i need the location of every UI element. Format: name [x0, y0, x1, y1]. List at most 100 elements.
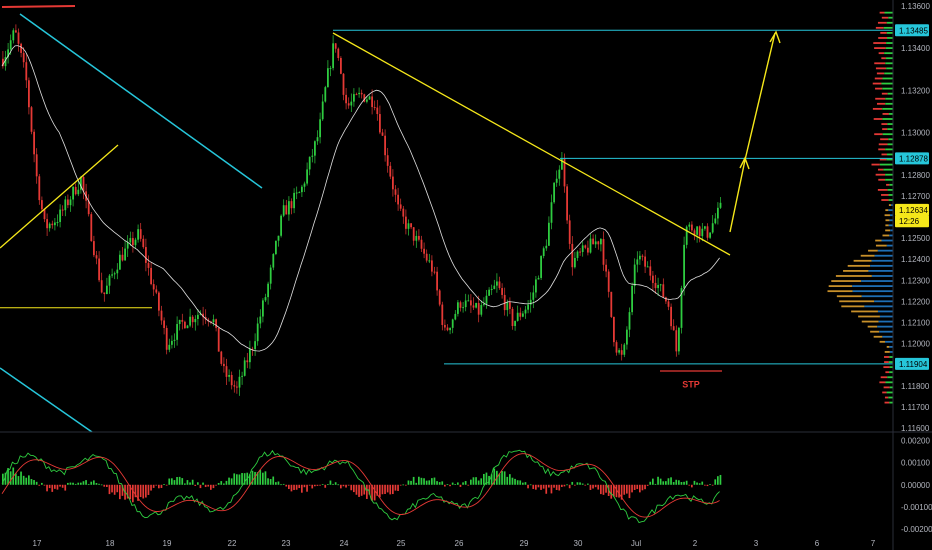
candle-body [493, 285, 496, 289]
histogram-bar [35, 481, 38, 485]
candle-body [259, 316, 262, 324]
candle-body [436, 271, 438, 291]
histogram-bar [509, 474, 511, 485]
volume-profile-bar [883, 26, 893, 29]
histogram-bar [191, 479, 194, 485]
candle-body [428, 260, 431, 262]
candle-body [241, 375, 243, 377]
histogram-bar [436, 481, 438, 485]
histogram-bar [399, 484, 402, 486]
histogram-bar [280, 484, 282, 486]
histogram-bar [189, 482, 191, 485]
candle-body [332, 43, 334, 69]
histogram-bar [295, 484, 298, 490]
histogram-bar [441, 481, 444, 485]
volume-profile-bar [874, 47, 886, 49]
candle-body [459, 302, 462, 308]
candle-body [306, 169, 308, 184]
histogram-bar [77, 482, 80, 485]
histogram-bar [594, 484, 597, 488]
histogram-bar [22, 475, 25, 485]
candle-body [498, 281, 501, 289]
histogram-bar [233, 473, 236, 485]
candle-body [423, 248, 425, 254]
candle-body [613, 316, 615, 343]
histogram-bar [72, 482, 74, 485]
histogram-bar [59, 484, 61, 487]
candle-body [644, 256, 646, 267]
histogram-bar [204, 484, 207, 488]
price-tick-label: 1.11600 [901, 424, 930, 433]
osc-tick-label: 0.00000 [901, 481, 930, 490]
price-pane[interactable] [1, 11, 893, 404]
red-marker-line [1, 5, 76, 8]
histogram-bar [412, 476, 415, 485]
x-tick-label: 19 [163, 539, 172, 548]
volume-profile-bar [886, 32, 893, 34]
histogram-bar [581, 483, 584, 485]
candle-body [636, 259, 639, 265]
trading-chart[interactable]: STP 1.136001.134001.132001.130001.128001… [0, 0, 932, 550]
histogram-bar [90, 481, 93, 485]
histogram-bar [626, 484, 628, 494]
histogram-bar [238, 474, 241, 485]
oscillator-pane[interactable] [1, 449, 722, 524]
x-tick-label: 7 [871, 539, 876, 548]
histogram-bar [480, 478, 483, 485]
histogram-bar [623, 484, 626, 495]
histogram-bar [342, 484, 345, 487]
candle-body [407, 223, 410, 229]
histogram-bar [451, 482, 454, 485]
histogram-bar [540, 484, 542, 490]
histogram-bar [566, 484, 568, 486]
candle-body [20, 43, 22, 53]
candle-body [373, 107, 376, 109]
candle-body [446, 327, 449, 331]
histogram-bar [360, 484, 363, 496]
candle-body [173, 339, 176, 341]
candle-body [470, 300, 472, 306]
volume-profile-bar [884, 396, 889, 399]
histogram-bar [202, 482, 204, 485]
histogram-bar [605, 484, 607, 493]
volume-profile-bar [882, 77, 893, 80]
histogram-bar [340, 484, 342, 489]
histogram-bar [522, 482, 524, 485]
candle-body [592, 238, 594, 245]
histogram-bar [108, 484, 111, 495]
volume-profile-bar [881, 199, 889, 201]
histogram-bar [519, 480, 522, 485]
candle-body [69, 199, 72, 206]
volume-profile-bar [888, 16, 893, 19]
candle-body [345, 94, 347, 104]
histogram-bar [9, 471, 12, 485]
histogram-bar [717, 476, 719, 485]
volume-profile-bar [885, 229, 891, 232]
osc-tick-label: -0.00200 [901, 525, 932, 534]
volume-profile-bar [874, 62, 886, 65]
histogram-bar [639, 484, 641, 493]
histogram-bar [592, 484, 594, 489]
histogram-bar [303, 484, 306, 488]
candle-body [163, 320, 165, 328]
volume-profile-bar [880, 376, 888, 379]
candle-body [282, 205, 285, 216]
histogram-bar [355, 484, 358, 495]
volume-profile-bar [885, 102, 893, 105]
histogram-bar [197, 482, 199, 485]
candle-body [670, 306, 672, 327]
candle-body [665, 297, 667, 302]
histogram-bar [537, 484, 540, 488]
histogram-bar [641, 484, 644, 491]
price-tick-label: 1.12800 [901, 171, 930, 180]
candle-body [295, 192, 298, 194]
volume-profile-bar [888, 194, 893, 196]
histogram-bar [316, 484, 319, 486]
histogram-bar [628, 484, 631, 499]
price-badge-label: 12:26 [899, 217, 920, 226]
histogram-bar [535, 484, 537, 490]
candle-body [654, 282, 657, 289]
price-tick-label: 1.13400 [901, 44, 930, 53]
volume-profile-bar [874, 254, 893, 257]
histogram-bar [85, 480, 87, 485]
